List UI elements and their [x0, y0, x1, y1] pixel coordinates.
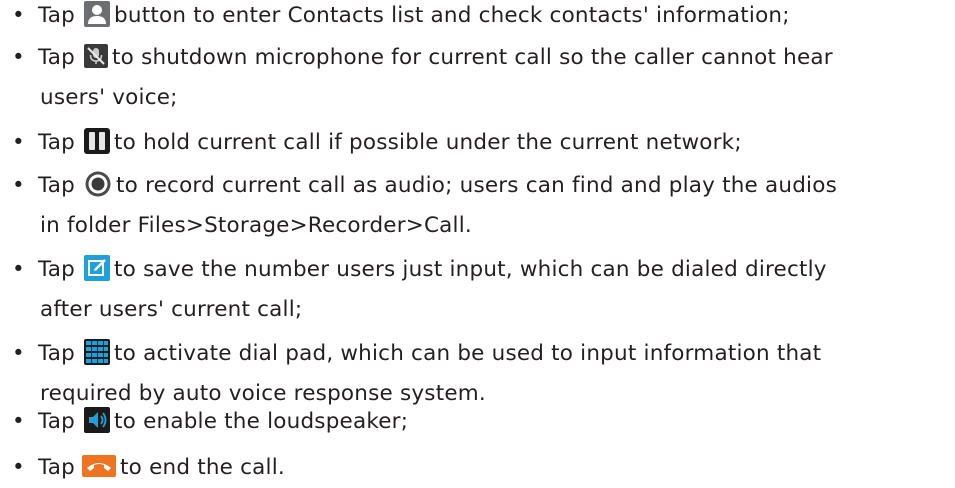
list-item: • Tap to enable the loudspeaker;: [0, 402, 955, 442]
tap-word: Tap: [38, 409, 75, 434]
end-call-icon: [82, 455, 117, 477]
instruction-list-tail: • Tap to enable the loudspeaker; • Tap t…: [0, 0, 955, 488]
list-item: • Tap to end the call.: [0, 448, 955, 488]
item-text: to enable the loudspeaker;: [114, 409, 409, 434]
item-text: to end the call.: [120, 455, 285, 480]
loudspeaker-icon: [84, 407, 111, 433]
bullet: •: [12, 409, 25, 434]
bullet: •: [12, 455, 25, 480]
tap-word: Tap: [38, 455, 75, 480]
